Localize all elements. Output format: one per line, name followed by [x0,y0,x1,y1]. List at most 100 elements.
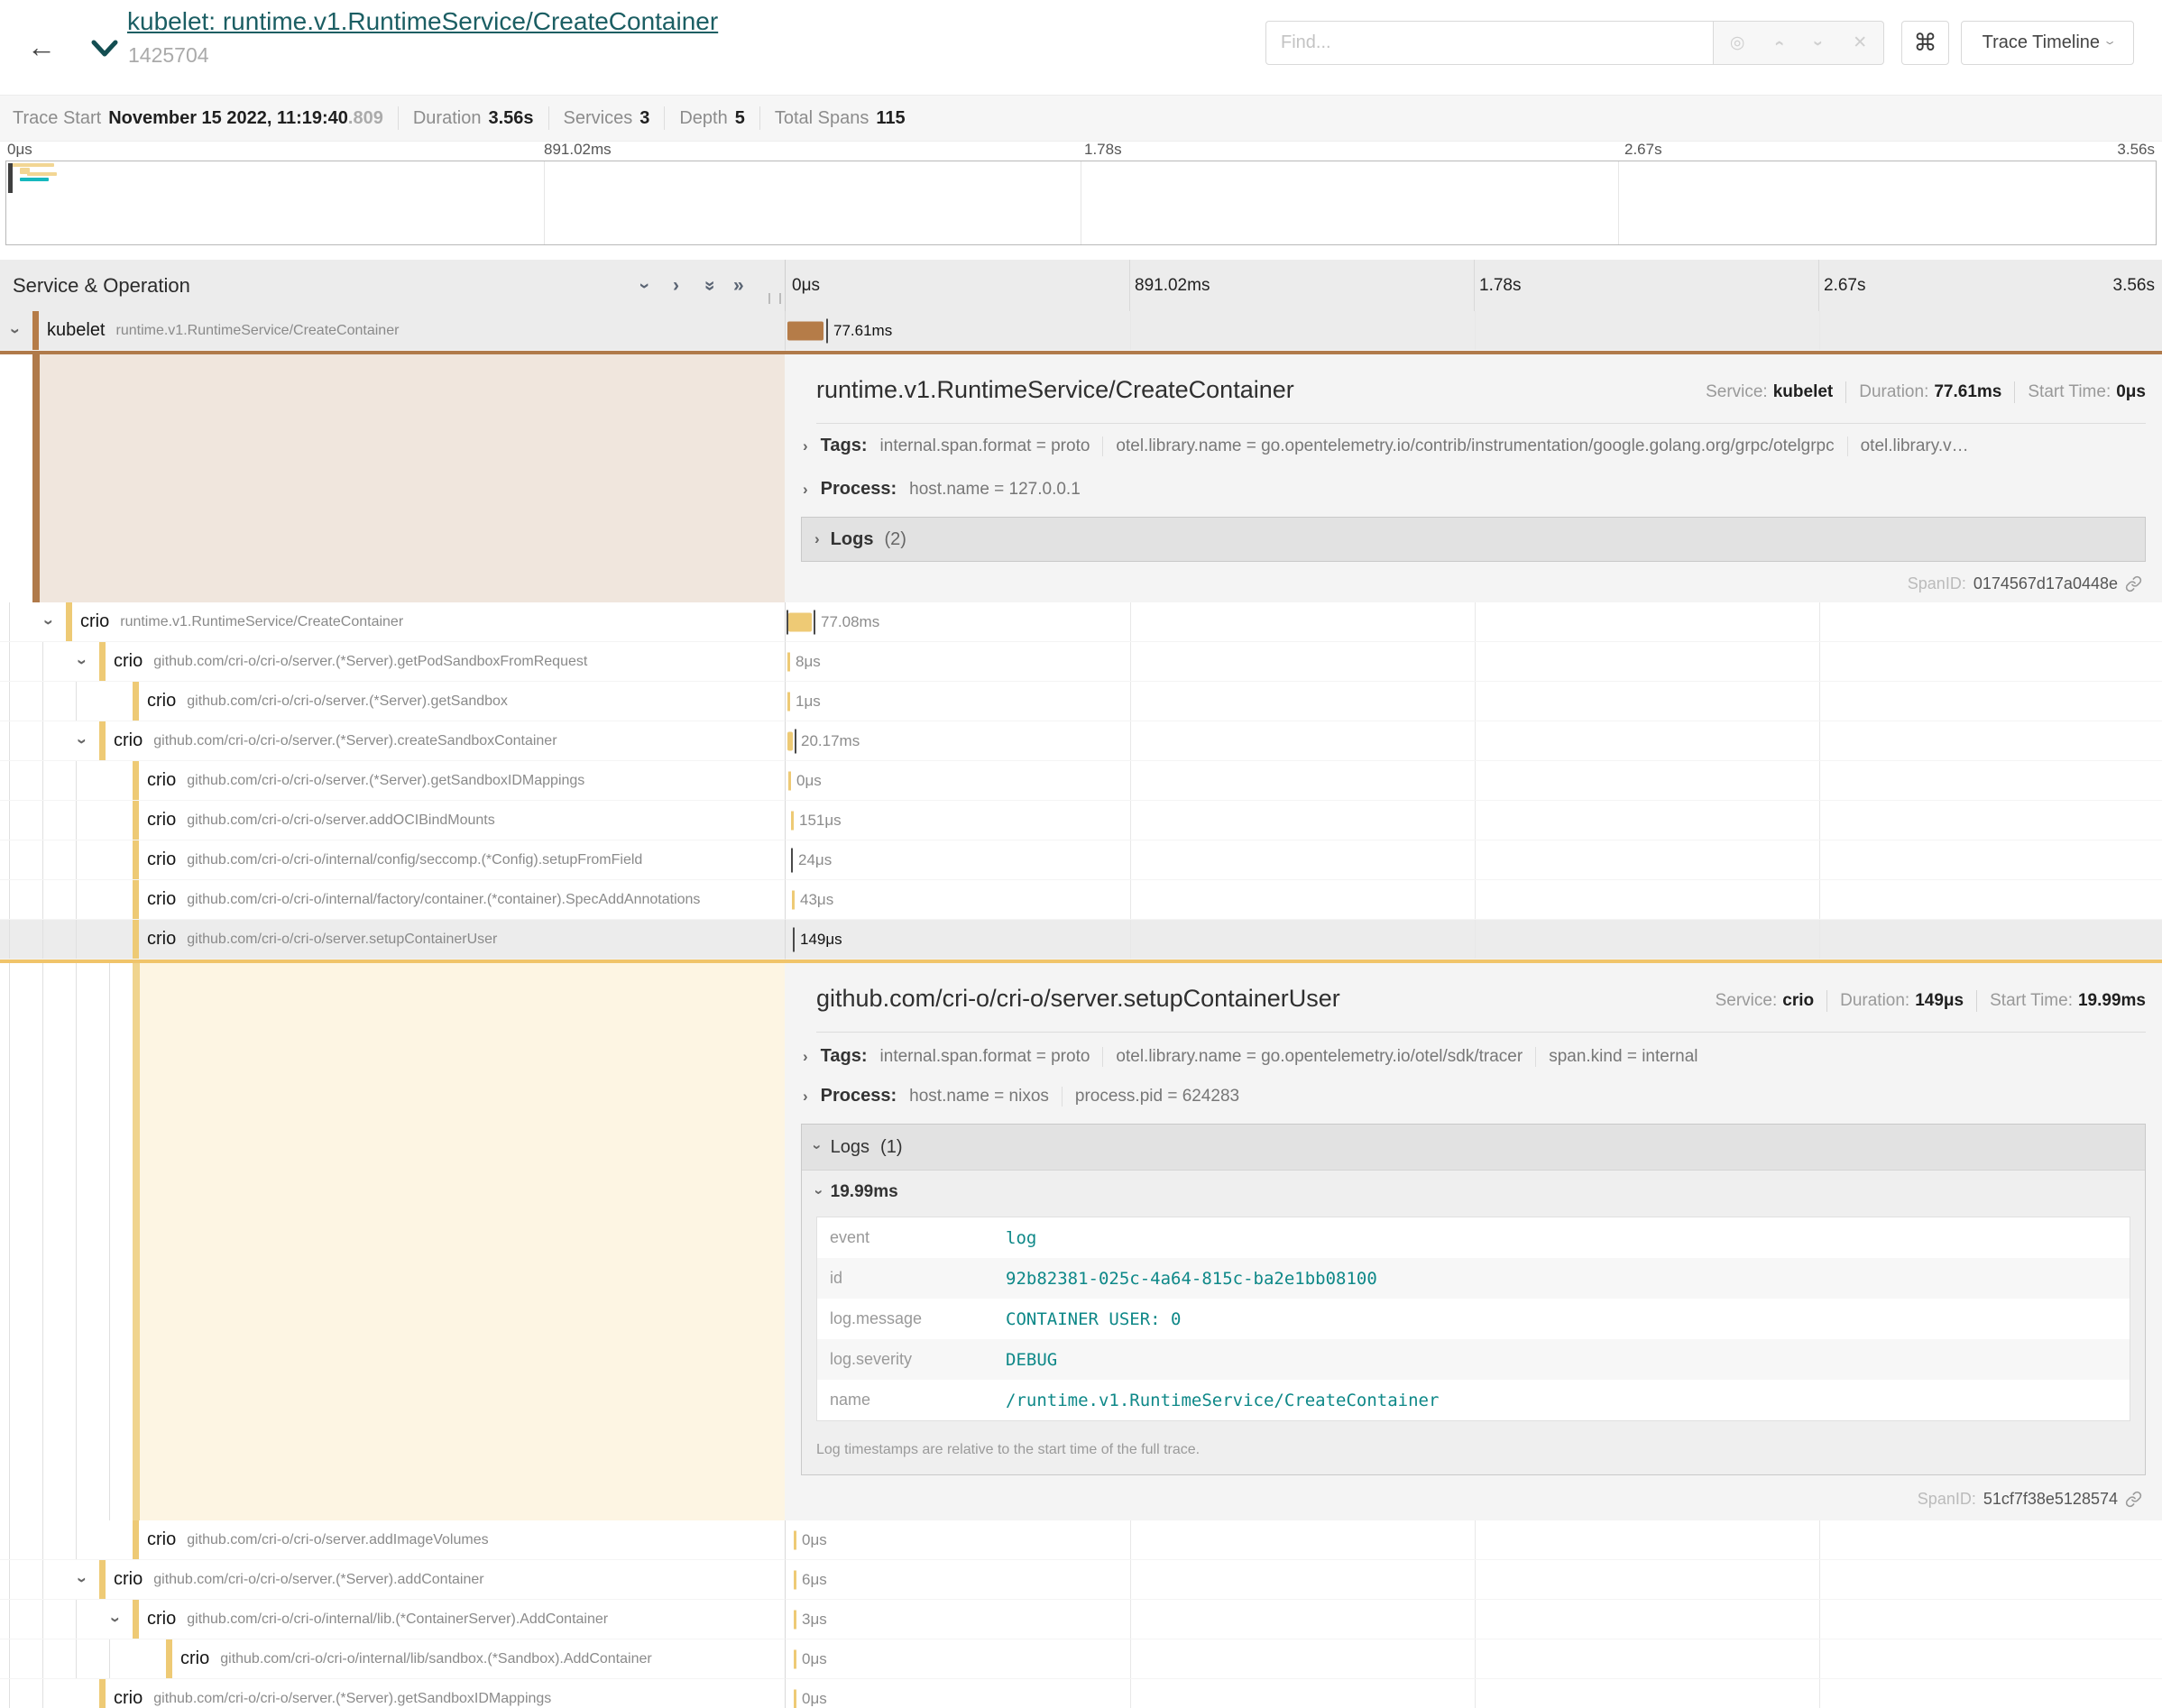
collapse-children-icon[interactable] [74,652,88,672]
span-bar[interactable] [788,612,812,631]
span-bar[interactable] [794,1570,796,1589]
span-row[interactable]: criogithub.com/cri-o/cri-o/internal/conf… [0,840,2162,880]
trace-title-link[interactable]: kubelet: runtime.v1.RuntimeService/Creat… [127,7,718,36]
span-rows: kubeletruntime.v1.RuntimeService/CreateC… [0,311,2162,1708]
span-row[interactable]: criogithub.com/cri-o/cri-o/server.(*Serv… [0,1679,2162,1708]
span-row[interactable]: criogithub.com/cri-o/cri-o/internal/lib/… [0,1639,2162,1679]
span-row[interactable]: criogithub.com/cri-o/cri-o/server.(*Serv… [0,761,2162,801]
span-bar[interactable] [791,811,794,830]
trace-duration: Duration3.56s [413,108,534,129]
tags-accordion[interactable]: › Tags: internal.span.format = proto ote… [803,1046,1698,1067]
span-row[interactable]: criogithub.com/cri-o/cri-o/internal/fact… [0,880,2162,920]
collapse-all-icon[interactable]: » [699,280,721,291]
span-row[interactable]: criogithub.com/cri-o/cri-o/server.addIma… [0,1520,2162,1560]
collapse-children-icon[interactable] [74,1570,88,1590]
trace-depth: Depth5 [679,108,745,129]
prev-match-icon[interactable]: › [1770,40,1789,45]
span-bar[interactable] [794,1530,796,1549]
span-row[interactable]: criogithub.com/cri-o/cri-o/internal/lib.… [0,1600,2162,1639]
chevron-right-icon: › [803,481,808,499]
service-color-bar [99,1679,106,1708]
span-row[interactable]: crioruntime.v1.RuntimeService/CreateCont… [0,602,2162,642]
log-kv-table: eventlog id92b82381-025c-4a64-815c-ba2e1… [816,1217,2130,1421]
trace-total-spans: Total Spans115 [775,108,906,129]
span-row[interactable]: criogithub.com/cri-o/cri-o/server.(*Serv… [0,721,2162,761]
service-color-bar [133,1600,139,1639]
collapse-children-icon[interactable] [74,731,88,751]
service-operation-heading: Service & Operation [13,274,190,298]
service-color-bar [133,920,139,959]
kv-row: log.severityDEBUG [817,1339,2130,1380]
trace-id: 1425704 [128,43,209,68]
log-marker [826,318,828,343]
keyboard-shortcuts-button[interactable]: ⌘ [1901,21,1949,65]
span-detail-title: github.com/cri-o/cri-o/server.setupConta… [816,985,1340,1013]
copy-link-icon[interactable] [2125,575,2142,592]
expand-all-icon[interactable]: » [733,275,744,297]
process-accordion[interactable]: › Process: host.name = nixos process.pid… [803,1086,1239,1107]
next-match-icon[interactable]: › [1808,40,1827,45]
span-id: SpanID: 51cf7f38e5128574 [1918,1490,2142,1509]
expand-one-icon[interactable]: › [673,275,679,297]
chevron-right-icon: › [814,530,820,548]
span-bar[interactable] [794,1689,796,1708]
span-bar[interactable] [787,652,790,671]
span-bar[interactable] [794,1649,796,1668]
collapse-children-icon[interactable] [107,1610,122,1630]
trace-minimap[interactable] [5,161,2157,245]
minimap-span [27,172,57,176]
process-accordion[interactable]: › Process: host.name = 127.0.0.1 [803,479,1081,500]
span-row[interactable]: criogithub.com/cri-o/cri-o/server.(*Serv… [0,642,2162,682]
minimap-span [10,163,54,167]
trace-start: Trace Start November 15 2022, 11:19:40.8… [13,108,383,129]
log-entry-toggle[interactable]: › 19.99ms [816,1182,898,1202]
view-mode-label: Trace Timeline [1983,32,2100,53]
find-toolbar: ◎ › › ✕ [1713,21,1884,65]
chevron-right-icon: › [803,437,808,455]
back-arrow-icon[interactable]: ← [22,27,61,67]
column-resizer-grip[interactable] [768,293,781,304]
minimap-axis: 0μs 891.02ms 1.78s 2.67s 3.56s [0,141,2162,161]
focus-target-icon[interactable]: ◎ [1730,32,1745,53]
span-bar[interactable] [787,731,793,750]
span-row[interactable]: kubeletruntime.v1.RuntimeService/CreateC… [0,311,2162,351]
view-mode-dropdown[interactable]: Trace Timeline › [1961,21,2134,65]
span-bar[interactable] [788,771,791,790]
logs-section: › Logs (1) › 19.99ms eventlog id92b82381… [801,1124,2146,1475]
clear-search-icon[interactable]: ✕ [1853,32,1867,53]
collapse-children-icon[interactable] [41,612,55,632]
tags-accordion[interactable]: › Tags: internal.span.format = proto ote… [803,436,1969,456]
collapse-one-icon[interactable]: › [634,282,656,289]
span-bar[interactable] [792,890,795,909]
minimap-scrubber-handle[interactable] [8,163,13,193]
span-row[interactable]: criogithub.com/cri-o/cri-o/server.setupC… [0,920,2162,960]
logs-accordion[interactable]: › Logs (2) [801,517,2146,562]
log-marker [793,927,795,951]
trace-collapse-chevron-icon[interactable] [88,34,121,61]
collapse-children-icon[interactable] [7,321,22,341]
logs-accordion[interactable]: › Logs (1) [802,1125,2145,1171]
service-color-bar [133,840,139,879]
kv-row: name/runtime.v1.RuntimeService/CreateCon… [817,1380,2130,1420]
chevron-down-icon: › [810,1189,828,1195]
log-marker [791,848,793,872]
copy-link-icon[interactable] [2125,1491,2142,1508]
span-bar[interactable] [794,1610,796,1629]
grid-header-left: Service & Operation › › » » [0,260,786,311]
span-row[interactable]: criogithub.com/cri-o/cri-o/server.addOCI… [0,801,2162,840]
span-row[interactable]: criogithub.com/cri-o/cri-o/server.(*Serv… [0,1560,2162,1600]
service-color-bar [166,1639,172,1678]
span-detail-panel: github.com/cri-o/cri-o/server.setupConta… [0,960,2162,1520]
span-bar[interactable] [787,321,823,340]
log-marker [795,729,796,753]
span-row[interactable]: criogithub.com/cri-o/cri-o/server.(*Serv… [0,682,2162,721]
span-id: SpanID: 0174567d17a0448e [1908,574,2142,593]
kv-row: id92b82381-025c-4a64-815c-ba2e1bb08100 [817,1258,2130,1299]
service-color-bar [133,880,139,919]
find-input[interactable] [1265,21,1713,65]
span-bar[interactable] [787,692,790,711]
service-color-bar [99,642,106,681]
log-timestamps-note: Log timestamps are relative to the start… [816,1442,1200,1458]
minimap-span [20,178,49,181]
service-color-bar [99,721,106,760]
